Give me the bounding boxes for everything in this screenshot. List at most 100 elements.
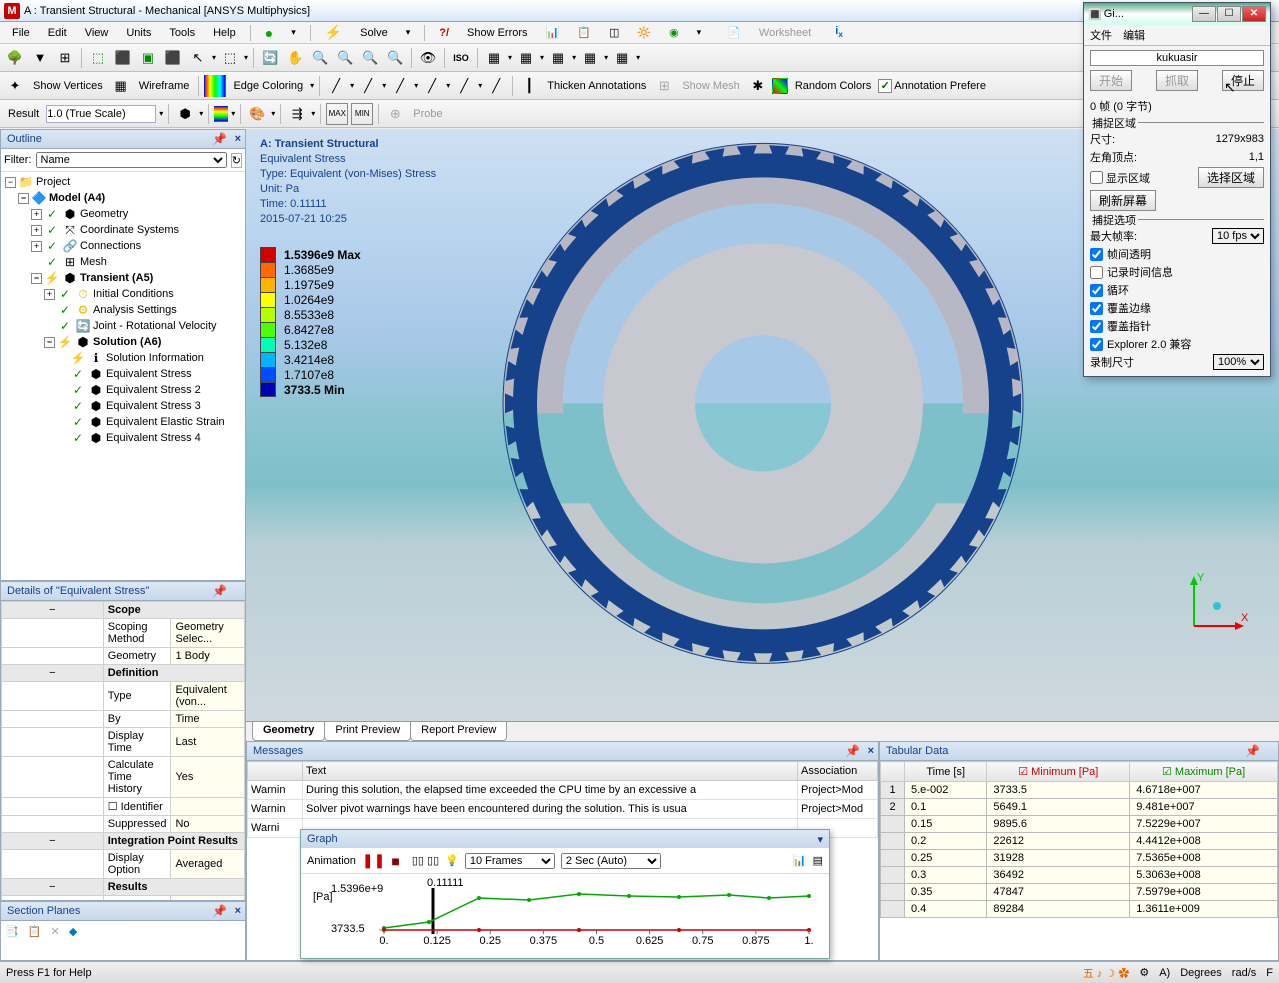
sp-btn[interactable]: 📋 — [28, 926, 42, 938]
gi-loop-check[interactable]: 循环 — [1090, 282, 1264, 298]
vertex-icon[interactable]: ⬚ — [87, 47, 109, 69]
stop-icon[interactable]: ■ — [391, 853, 399, 869]
random-icon[interactable]: ✱ — [747, 75, 769, 97]
menu-edit[interactable]: Edit — [40, 25, 75, 41]
pin-icon[interactable]: 📌 — [1245, 744, 1260, 758]
close-icon[interactable]: × — [868, 745, 874, 757]
vector-icon[interactable]: ⇶ — [286, 103, 308, 125]
edge-icon[interactable]: ⬛ — [112, 47, 134, 69]
view-icon[interactable]: ▦ — [611, 47, 633, 69]
close-icon[interactable]: × — [235, 905, 241, 917]
edge-coloring[interactable]: Edge Coloring — [229, 80, 307, 92]
ime-icon[interactable]: 五 ♪ ☽ ✿ — [1083, 965, 1130, 981]
dropdown-icon[interactable]: ▾ — [817, 833, 823, 846]
pin-icon[interactable]: 📌 — [212, 584, 227, 598]
gi-name-input[interactable] — [1090, 50, 1264, 66]
menu-units[interactable]: Units — [118, 25, 159, 41]
gi-recsize-select[interactable]: 100% — [1213, 354, 1264, 370]
probe[interactable]: Probe — [409, 108, 446, 120]
info-icon[interactable]: ix — [827, 23, 851, 41]
tb-icon[interactable]: ◉ — [661, 24, 687, 41]
gear-icon[interactable]: ⚙ — [1139, 966, 1149, 979]
tb-icon[interactable]: ◫ — [601, 24, 627, 41]
pin-icon[interactable]: 📌 — [212, 904, 227, 918]
menu-tools[interactable]: Tools — [161, 25, 203, 41]
vertices-icon[interactable]: ✦ — [4, 75, 26, 97]
close-icon[interactable]: ✕ — [1242, 6, 1266, 22]
edge-icon[interactable]: ╱ — [325, 75, 347, 97]
outline-tree[interactable]: −📁Project −🔷Model (A4) +✓⬢Geometry +✓⤧Co… — [1, 172, 245, 580]
show-vertices[interactable]: Show Vertices — [29, 80, 107, 92]
mesh-icon[interactable]: ⊞ — [54, 47, 76, 69]
worksheet-label[interactable]: Worksheet — [751, 25, 819, 41]
select-icon[interactable]: ⬚ — [219, 47, 241, 69]
scale-input[interactable] — [46, 105, 156, 123]
random-colors-icon[interactable] — [772, 78, 788, 94]
annot-pref[interactable]: ✓Annotation Prefere — [878, 79, 986, 93]
gi-menu-file[interactable]: 文件 — [1090, 30, 1112, 42]
view-icon[interactable]: ▦ — [483, 47, 505, 69]
fit-icon[interactable]: 🔍 — [359, 47, 381, 69]
edge-icon[interactable]: ╱ — [357, 75, 379, 97]
export-icon[interactable]: ▤ — [813, 854, 823, 867]
iso-surf-icon[interactable]: 🎨 — [246, 103, 268, 125]
face-icon[interactable]: ▣ — [137, 47, 159, 69]
edge-icon[interactable]: ╱ — [389, 75, 411, 97]
gi-window[interactable]: 🔳Gi... — ☐ ✕ 文件 编辑 开始 抓取 停止 ↖ 0 帧 (0 字节)… — [1083, 2, 1271, 377]
view-icon[interactable]: ▦ — [547, 47, 569, 69]
edge-color-icon[interactable] — [204, 75, 226, 97]
show-errors-icon[interactable]: ?/ — [431, 25, 457, 41]
edge-icon[interactable]: ╱ — [453, 75, 475, 97]
sec-select[interactable]: 2 Sec (Auto) — [561, 853, 661, 869]
body-icon[interactable]: ⬛ — [162, 47, 184, 69]
gi-titlebar[interactable]: 🔳Gi... — ☐ ✕ — [1084, 3, 1270, 25]
run-icon[interactable]: ● — [257, 23, 281, 43]
max-icon[interactable]: MAX — [326, 103, 348, 125]
close-icon[interactable]: × — [235, 133, 241, 145]
gi-start-button[interactable]: 开始 — [1090, 70, 1132, 91]
contour-icon[interactable] — [214, 106, 228, 122]
gi-menu-edit[interactable]: 编辑 — [1123, 30, 1145, 42]
gi-fps-select[interactable]: 10 fps — [1212, 228, 1264, 244]
tabular-table[interactable]: Time [s] ☑ Minimum [Pa] ☑ Maximum [Pa] 1… — [879, 761, 1279, 961]
gi-stop-button[interactable]: 停止 — [1222, 70, 1264, 91]
thicken[interactable]: Thicken Annotations — [543, 80, 650, 92]
gi-edge-check[interactable]: 覆盖边缘 — [1090, 300, 1264, 316]
show-errors-label[interactable]: Show Errors — [459, 25, 536, 41]
gi-grab-button[interactable]: 抓取 — [1156, 70, 1198, 91]
gi-selarea-button[interactable]: 选择区域 — [1198, 167, 1264, 188]
pin-icon[interactable]: 📌 — [212, 132, 227, 146]
show-mesh-icon[interactable]: ⊞ — [653, 75, 675, 97]
cube-icon[interactable]: ⬢ — [174, 103, 196, 125]
tab-geometry[interactable]: Geometry — [252, 722, 325, 741]
gi-time-check[interactable]: 记录时间信息 — [1090, 264, 1264, 280]
probe-icon[interactable]: ⊕ — [384, 103, 406, 125]
view-icon[interactable]: ▦ — [579, 47, 601, 69]
view-icon[interactable]: ▦ — [515, 47, 537, 69]
edge-icon[interactable]: ╱ — [421, 75, 443, 97]
minimize-icon[interactable]: — — [1192, 6, 1216, 22]
solve-label[interactable]: Solve — [352, 25, 396, 41]
export-icon[interactable]: 📊 — [793, 854, 807, 867]
sp-btn[interactable]: 📑 — [5, 926, 19, 938]
wireframe-icon[interactable]: ▦ — [110, 75, 132, 97]
min-icon[interactable]: MIN — [351, 103, 373, 125]
wireframe[interactable]: Wireframe — [135, 80, 194, 92]
menu-view[interactable]: View — [77, 25, 117, 41]
bulb-icon[interactable]: 💡 — [445, 854, 459, 867]
zoom-icon[interactable]: 🔍 — [309, 47, 331, 69]
filter-icon[interactable]: ▼ — [29, 47, 51, 69]
rotate-icon[interactable]: 🔄 — [259, 47, 281, 69]
show-mesh[interactable]: Show Mesh — [678, 80, 743, 92]
sp-btn[interactable]: ✕ — [51, 926, 60, 938]
edge-icon[interactable]: ╱ — [485, 75, 507, 97]
graph-panel[interactable]: Graph ▾ Animation ❚❚ ■ ▯▯ ▯▯ 💡 10 Frames… — [300, 829, 830, 959]
zoom-box-icon[interactable]: 🔍 — [334, 47, 356, 69]
gi-trans-check[interactable]: 帧间透明 — [1090, 246, 1264, 262]
gi-showarea-check[interactable]: 显示区域 — [1090, 170, 1150, 186]
random-colors[interactable]: Random Colors — [791, 80, 875, 92]
filter-select[interactable]: Name — [36, 152, 227, 168]
gi-refresh-button[interactable]: 刷新屏幕 — [1090, 190, 1156, 211]
refresh-icon[interactable]: ↻ — [231, 153, 242, 168]
fit-icon[interactable]: 🔍 — [384, 47, 406, 69]
